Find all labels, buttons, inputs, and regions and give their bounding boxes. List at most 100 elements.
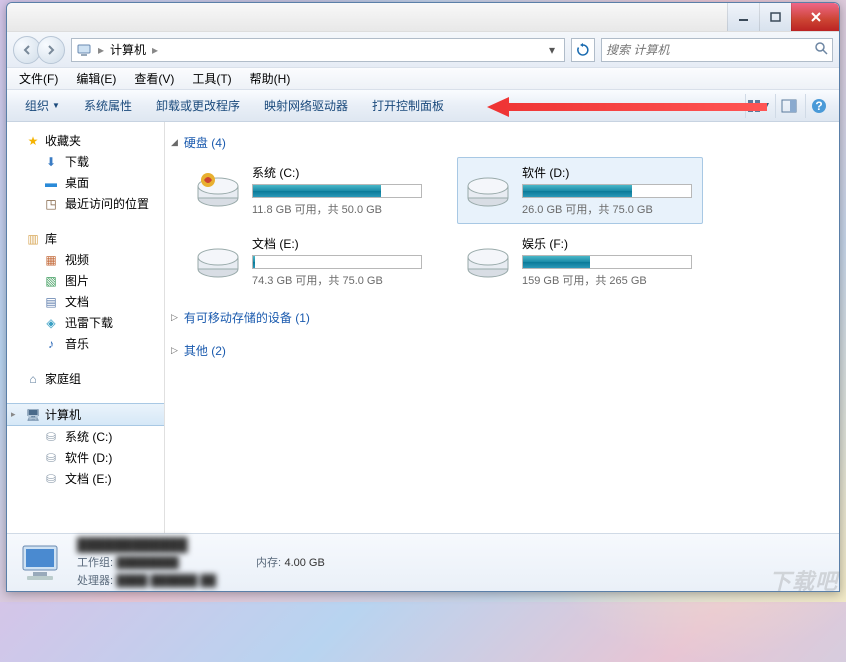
drive-stat: 26.0 GB 可用，共 75.0 GB: [522, 201, 696, 217]
details-pane: ████████████ 工作组: ████████ 内存: 4.00 GB 处…: [7, 533, 839, 591]
sidebar-item-documents[interactable]: ▤文档: [7, 291, 164, 312]
download-icon: ⬇: [43, 154, 59, 170]
sidebar: 收藏夹 ⬇下载 ▬桌面 ◳最近访问的位置 ▥库 ▦视频 ▧图片 ▤文档 ◈迅雷下…: [7, 122, 165, 533]
drive-name: 软件 (D:): [522, 164, 696, 181]
drive-item[interactable]: 文档 (E:) 74.3 GB 可用，共 75.0 GB: [187, 228, 433, 295]
content-pane: ◢ 硬盘 (4) 系统 (C:) 11.8 GB 可用，共 50.0 GB 软件 (…: [165, 122, 839, 533]
hard-drive-icon: [464, 164, 512, 212]
expand-icon[interactable]: ▷: [171, 345, 178, 356]
open-control-panel-button[interactable]: 打开控制面板: [362, 93, 454, 118]
sidebar-item-pictures[interactable]: ▧图片: [7, 270, 164, 291]
drive-item[interactable]: 系统 (C:) 11.8 GB 可用，共 50.0 GB: [187, 157, 433, 224]
map-network-drive-button[interactable]: 映射网络驱动器: [254, 93, 358, 118]
search-box[interactable]: [601, 38, 833, 62]
hard-drive-icon: [194, 235, 242, 283]
sidebar-favorites-header[interactable]: 收藏夹: [7, 130, 164, 151]
library-icon: ▥: [25, 231, 41, 247]
sidebar-group-computer: ▸🖥计算机 ⛁系统 (C:) ⛁软件 (D:) ⛁文档 (E:): [7, 403, 164, 489]
drive-name: 娱乐 (F:): [522, 235, 696, 252]
maximize-button[interactable]: [759, 3, 791, 31]
search-input[interactable]: [606, 43, 814, 57]
titlebar: [7, 3, 839, 32]
drive-item[interactable]: 娱乐 (F:) 159 GB 可用，共 265 GB: [457, 228, 703, 295]
sidebar-item-desktop[interactable]: ▬桌面: [7, 172, 164, 193]
minimize-button[interactable]: [727, 3, 759, 31]
picture-icon: ▧: [43, 273, 59, 289]
help-button[interactable]: ?: [805, 94, 831, 118]
menu-file[interactable]: 文件(F): [11, 68, 66, 89]
music-icon: ♪: [43, 336, 59, 352]
expand-icon[interactable]: ▷: [171, 312, 178, 323]
computer-thumb-icon: [17, 540, 65, 586]
computer-icon: [76, 42, 92, 58]
system-properties-button[interactable]: 系统属性: [74, 93, 142, 118]
sidebar-group-libraries: ▥库 ▦视频 ▧图片 ▤文档 ◈迅雷下载 ♪音乐: [7, 228, 164, 354]
uninstall-programs-button[interactable]: 卸载或更改程序: [146, 93, 250, 118]
breadcrumb-sep-icon: ▸: [98, 43, 104, 57]
annotation-arrow-icon: [487, 94, 767, 120]
section-header-other[interactable]: ▷ 其他 (2): [169, 338, 831, 365]
organize-button[interactable]: 组织 ▼: [15, 93, 70, 118]
sidebar-item-xunlei[interactable]: ◈迅雷下载: [7, 312, 164, 333]
sidebar-item-drive-e[interactable]: ⛁文档 (E:): [7, 468, 164, 489]
menu-edit[interactable]: 编辑(E): [68, 68, 124, 89]
close-button[interactable]: [791, 3, 839, 31]
details-memory-value: 4.00 GB: [284, 557, 324, 569]
address-dropdown-icon[interactable]: ▾: [544, 43, 560, 57]
drive-stat: 159 GB 可用，共 265 GB: [522, 272, 696, 288]
sidebar-libraries-header[interactable]: ▥库: [7, 228, 164, 249]
drive-item[interactable]: 软件 (D:) 26.0 GB 可用，共 75.0 GB: [457, 157, 703, 224]
sidebar-item-drive-c[interactable]: ⛁系统 (C:): [7, 426, 164, 447]
menu-view[interactable]: 查看(V): [126, 68, 182, 89]
menu-help[interactable]: 帮助(H): [242, 68, 299, 89]
refresh-button[interactable]: [571, 38, 595, 62]
homegroup-icon: ⌂: [25, 371, 41, 387]
menubar: 文件(F) 编辑(E) 查看(V) 工具(T) 帮助(H): [7, 68, 839, 90]
usage-bar: [522, 184, 692, 198]
sidebar-homegroup-header[interactable]: ⌂家庭组: [7, 368, 164, 389]
forward-button[interactable]: [37, 36, 65, 64]
explorer-window: ▸ 计算机 ▸ ▾ 文件(F) 编辑(E) 查看(V) 工具(T) 帮助(H) …: [6, 2, 840, 592]
address-bar[interactable]: ▸ 计算机 ▸ ▾: [71, 38, 565, 62]
breadcrumb-computer[interactable]: 计算机: [110, 41, 146, 58]
drives-grid: 系统 (C:) 11.8 GB 可用，共 50.0 GB 软件 (D:) 26.0 G…: [169, 157, 831, 295]
computer-icon: 🖥: [25, 407, 41, 423]
hard-drive-icon: [194, 164, 242, 212]
video-icon: ▦: [43, 252, 59, 268]
sidebar-item-downloads[interactable]: ⬇下载: [7, 151, 164, 172]
breadcrumb-sep-icon: ▸: [152, 43, 158, 57]
details-workgroup-label: 工作组:: [77, 557, 113, 569]
chevron-down-icon: ▼: [52, 101, 60, 110]
sidebar-item-music[interactable]: ♪音乐: [7, 333, 164, 354]
collapse-icon[interactable]: ◢: [171, 137, 178, 148]
sidebar-item-drive-d[interactable]: ⛁软件 (D:): [7, 447, 164, 468]
section-header-hdd[interactable]: ◢ 硬盘 (4): [169, 130, 831, 157]
details-workgroup-value: ████████: [116, 557, 178, 569]
details-memory-label: 内存:: [256, 557, 281, 569]
preview-pane-button[interactable]: [775, 94, 801, 118]
sidebar-item-videos[interactable]: ▦视频: [7, 249, 164, 270]
usage-bar: [522, 255, 692, 269]
drive-icon: ⛁: [43, 471, 59, 487]
sidebar-computer-header[interactable]: ▸🖥计算机: [7, 403, 164, 426]
body: 收藏夹 ⬇下载 ▬桌面 ◳最近访问的位置 ▥库 ▦视频 ▧图片 ▤文档 ◈迅雷下…: [7, 122, 839, 533]
drive-name: 文档 (E:): [252, 235, 426, 252]
svg-text:?: ?: [815, 99, 822, 113]
details-title: ████████████: [77, 537, 325, 552]
drive-name: 系统 (C:): [252, 164, 426, 181]
document-icon: ▤: [43, 294, 59, 310]
view-mode-button[interactable]: ▼: [745, 94, 771, 118]
drive-icon: ⛁: [43, 450, 59, 466]
usage-bar: [252, 255, 422, 269]
drive-stat: 11.8 GB 可用，共 50.0 GB: [252, 201, 426, 217]
section-header-removable[interactable]: ▷ 有可移动存储的设备 (1): [169, 305, 831, 332]
expand-icon[interactable]: ▸: [11, 409, 16, 420]
sidebar-group-favorites: 收藏夹 ⬇下载 ▬桌面 ◳最近访问的位置: [7, 130, 164, 214]
xunlei-icon: ◈: [43, 315, 59, 331]
recent-icon: ◳: [43, 196, 59, 212]
menu-tools[interactable]: 工具(T): [184, 68, 239, 89]
sidebar-item-recent[interactable]: ◳最近访问的位置: [7, 193, 164, 214]
navbar: ▸ 计算机 ▸ ▾: [7, 32, 839, 68]
drive-stat: 74.3 GB 可用，共 75.0 GB: [252, 272, 426, 288]
toolbar: 组织 ▼ 系统属性 卸载或更改程序 映射网络驱动器 打开控制面板 ▼ ?: [7, 90, 839, 122]
